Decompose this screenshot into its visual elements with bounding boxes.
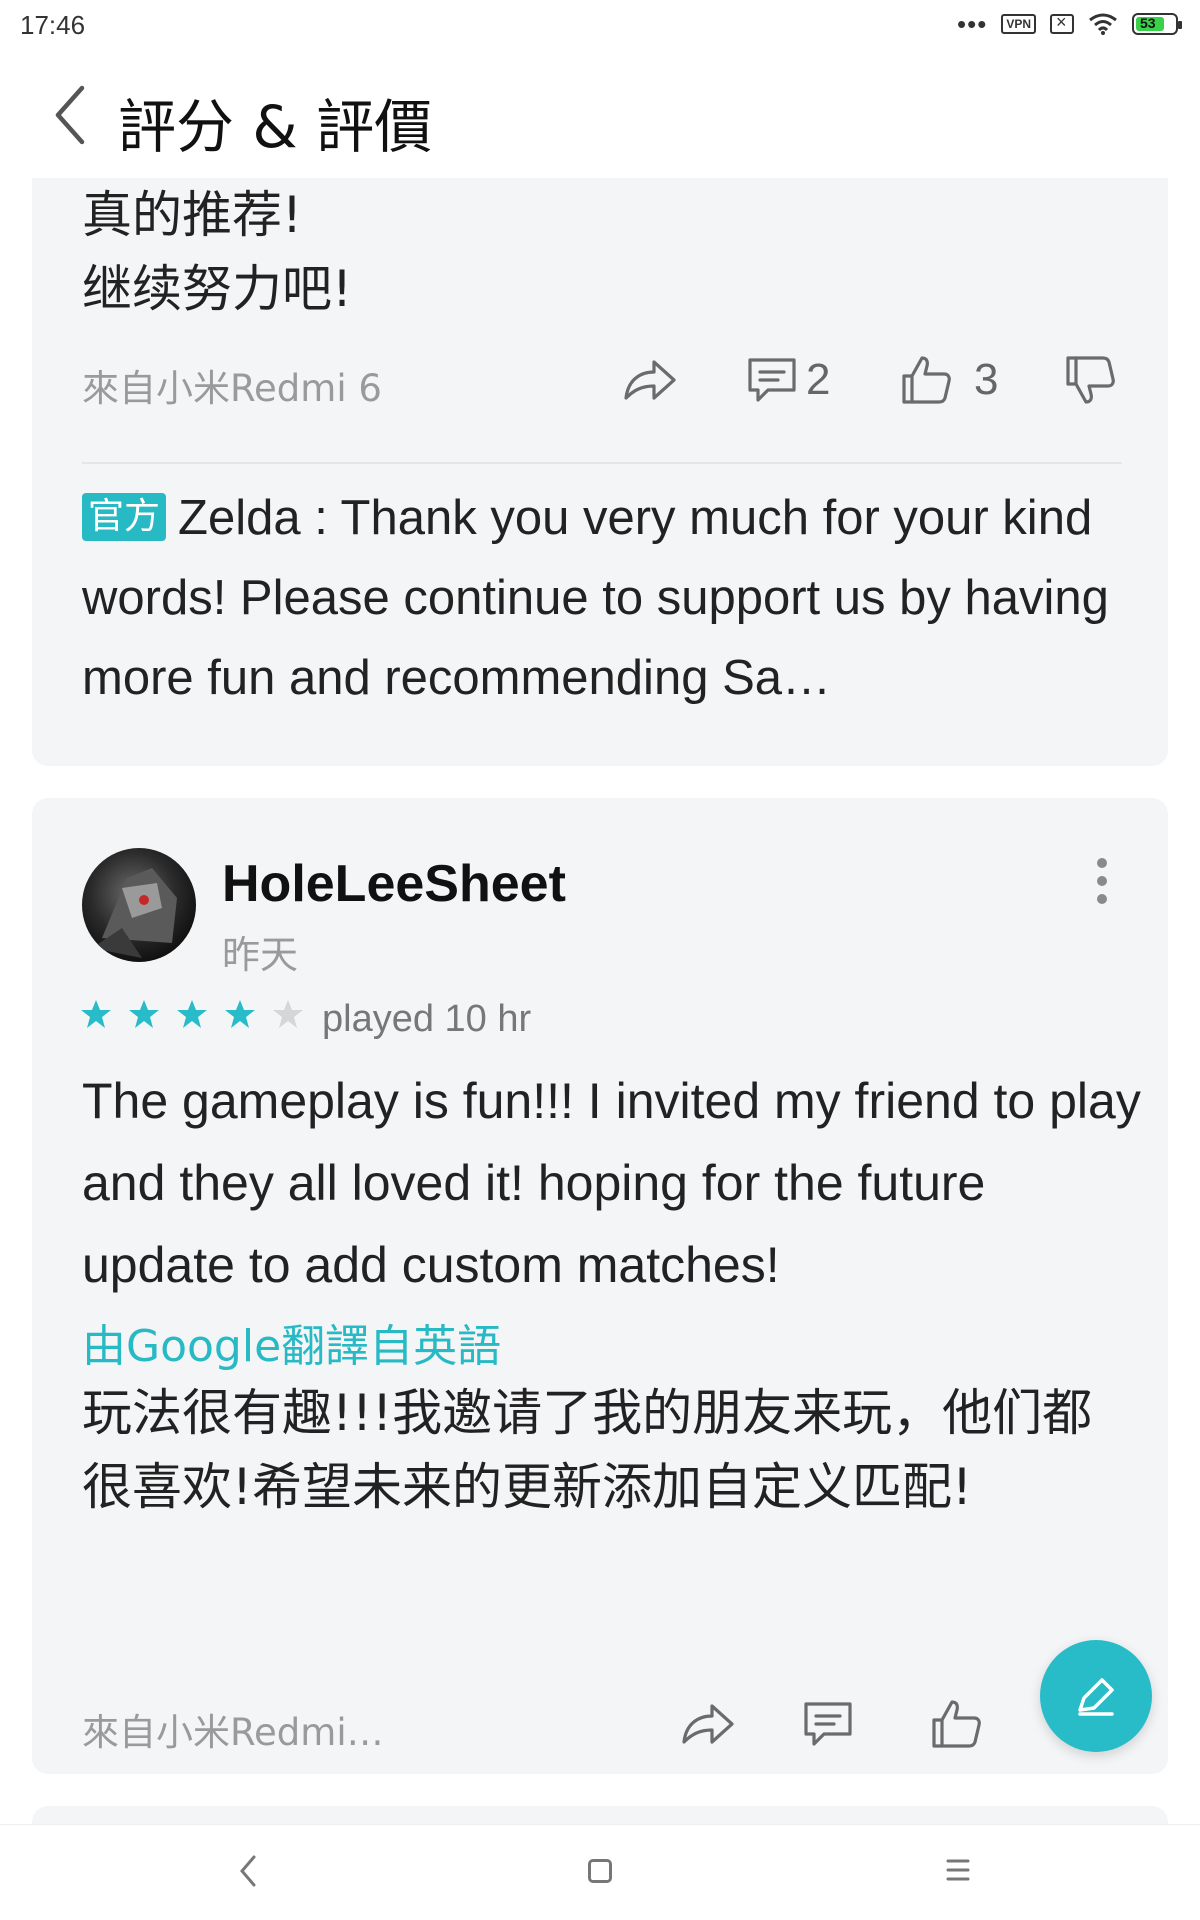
device-label: 來自小米Redmi 6: [82, 367, 382, 410]
share-icon: [624, 360, 676, 400]
write-review-button[interactable]: [1040, 1640, 1152, 1752]
nav-menu-icon[interactable]: [946, 1855, 970, 1885]
share-icon: [682, 1704, 734, 1744]
review-text-line: 真的推荐!: [82, 186, 303, 244]
dots-icon: •••: [957, 9, 988, 39]
avatar-image: [92, 868, 177, 958]
comment-button[interactable]: [802, 1698, 854, 1750]
post-date: 昨天: [222, 933, 299, 977]
star-icon: [129, 1000, 159, 1028]
status-bar: 17:46 ••• VPN 53: [0, 0, 1200, 52]
like-count: 3: [974, 355, 999, 404]
nav-home-icon[interactable]: [588, 1859, 612, 1883]
edit-pen-icon: [1078, 1678, 1114, 1716]
comment-button[interactable]: 2: [746, 354, 830, 406]
dislike-button[interactable]: [1064, 354, 1116, 406]
thumbs-up-icon: [932, 1700, 981, 1748]
vpn-icon: VPN: [1001, 14, 1036, 34]
screen: 17:46 ••• VPN 53 評分 & 評價: [0, 0, 1200, 1920]
system-nav-bar: [0, 1824, 1200, 1920]
status-time: 17:46: [20, 10, 86, 40]
sim-icon: [1050, 12, 1074, 34]
reviews-list[interactable]: 真的推荐! 继续努力吧! 來自小米Redmi 6 2 3 官方 Zelda: …: [0, 178, 1200, 1824]
divider: [82, 462, 1122, 464]
page-title: 評分 & 評價: [118, 93, 433, 161]
more-dot: [1097, 858, 1107, 868]
like-button[interactable]: [930, 1698, 982, 1750]
share-button[interactable]: [680, 1698, 736, 1750]
translation-label[interactable]: 由Google翻譯自英語: [82, 1310, 501, 1374]
more-options-button[interactable]: [1092, 858, 1112, 908]
star-icon: [225, 1000, 255, 1028]
official-reply[interactable]: 官方 Zelda : Thank you very much for your k…: [82, 478, 1132, 718]
nav-back-icon[interactable]: [236, 1853, 260, 1889]
device-label: 來自小米Redmi…: [82, 1711, 384, 1754]
share-button[interactable]: [622, 354, 678, 406]
chevron-left-icon: [55, 85, 85, 145]
comment-count: 2: [806, 355, 831, 404]
review-text-translated: 玩法很有趣!!!我邀请了我的朋友来玩，他们都很喜欢!希望未来的更新添加自定义匹配…: [82, 1384, 1093, 1516]
review-card: HoleLeeSheet 昨天 played 10 hr The gamepla…: [32, 798, 1168, 1774]
thumbs-down-icon: [1066, 356, 1115, 404]
wifi-icon: [1089, 13, 1117, 35]
battery-cap: [1178, 21, 1182, 29]
status-icons: ••• VPN 53: [957, 9, 1182, 39]
review-text-line: 继续努力吧!: [82, 260, 353, 318]
username[interactable]: HoleLeeSheet: [222, 854, 566, 914]
official-reply-text: Zelda : Thank you very much for your kin…: [82, 491, 1109, 705]
star-icon: [273, 1000, 303, 1028]
like-button[interactable]: 3: [900, 354, 998, 406]
thumbs-up-icon: [902, 356, 951, 404]
comment-icon: [748, 358, 796, 402]
played-time: played 10 hr: [322, 998, 532, 1040]
star-icon: [177, 1000, 207, 1028]
official-badge: 官方: [82, 493, 167, 541]
more-dot: [1097, 876, 1107, 886]
avatar[interactable]: [82, 848, 196, 962]
battery-level: 53: [1140, 15, 1156, 31]
rating-stars: [80, 998, 304, 1030]
back-button[interactable]: [48, 82, 98, 148]
app-header: 評分 & 評價: [0, 52, 1200, 178]
comment-icon: [804, 1702, 852, 1746]
review-card: [32, 1806, 1168, 1824]
more-dot: [1097, 894, 1107, 904]
battery-icon: 53: [1132, 13, 1182, 35]
review-card: 真的推荐! 继续努力吧! 來自小米Redmi 6 2 3 官方 Zelda: …: [32, 178, 1168, 766]
star-icon: [81, 1000, 111, 1028]
review-text-original: The gameplay is fun!!! I invited my frie…: [82, 1073, 1141, 1293]
